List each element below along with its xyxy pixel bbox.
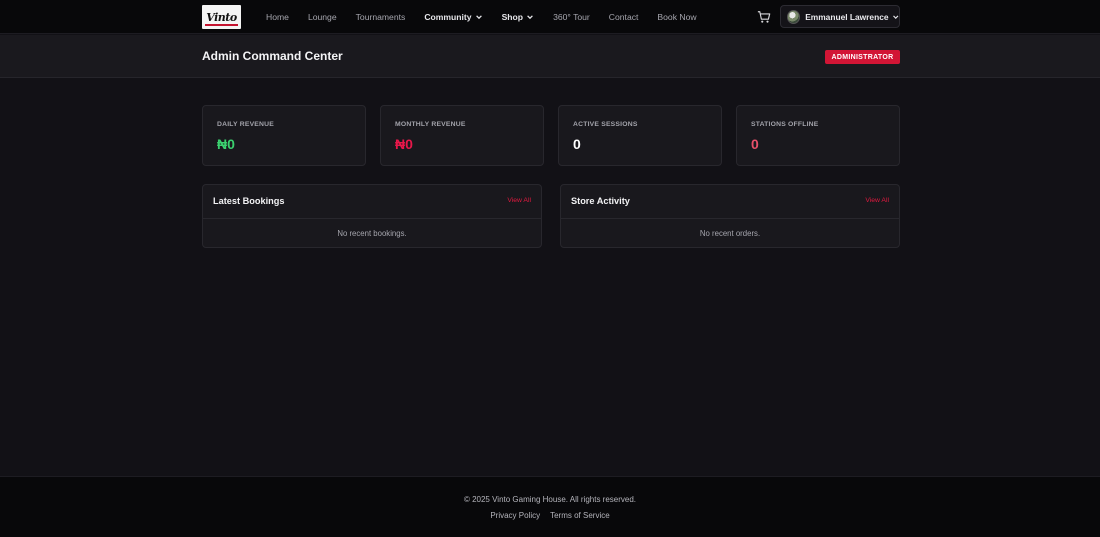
stat-label: DAILY REVENUE xyxy=(217,121,274,128)
panel-header: Store Activity View All xyxy=(561,185,899,219)
nav-dropdown-shop[interactable]: Shop xyxy=(502,12,534,22)
stat-value: 0 xyxy=(573,136,581,152)
nav-dropdown-community[interactable]: Community xyxy=(424,12,482,22)
page-header: Admin Command Center ADMINISTRATOR xyxy=(0,35,1100,78)
stat-label: STATIONS OFFLINE xyxy=(751,121,819,128)
view-all-bookings-link[interactable]: View All xyxy=(507,197,531,204)
empty-state-text: No recent bookings. xyxy=(337,229,407,238)
stat-card-monthly-revenue: MONTHLY REVENUE ₦0 xyxy=(380,105,544,166)
panel-header: Latest Bookings View All xyxy=(203,185,541,219)
avatar xyxy=(787,9,801,24)
user-name: Emmanuel Lawrence xyxy=(805,11,889,22)
nav-link-community-label: Community xyxy=(424,12,472,22)
stat-label: ACTIVE SESSIONS xyxy=(573,121,638,128)
logo-text: Vinto xyxy=(206,10,237,24)
nav-link-360-tour[interactable]: 360° Tour xyxy=(553,12,590,22)
logo-accent-strip xyxy=(205,24,238,26)
footer: © 2025 Vinto Gaming House. All rights re… xyxy=(0,476,1100,537)
privacy-policy-link[interactable]: Privacy Policy xyxy=(490,511,540,520)
page-title: Admin Command Center xyxy=(202,49,343,63)
empty-state-text: No recent orders. xyxy=(699,229,761,238)
stat-value: ₦0 xyxy=(217,136,235,152)
nav-link-home[interactable]: Home xyxy=(266,12,289,22)
stat-card-daily-revenue: DAILY REVENUE ₦0 xyxy=(202,105,366,166)
site-logo[interactable]: Vinto xyxy=(202,5,241,29)
stat-value: 0 xyxy=(751,136,759,152)
panel-title: Store Activity xyxy=(571,196,630,206)
copyright-text: © 2025 Vinto Gaming House. All rights re… xyxy=(463,495,637,504)
stat-card-stations-offline: STATIONS OFFLINE 0 xyxy=(736,105,900,166)
cart-icon[interactable] xyxy=(757,10,771,24)
chevron-down-icon xyxy=(475,15,482,20)
role-badge: ADMINISTRATOR xyxy=(825,50,900,64)
store-activity-panel: Store Activity View All No recent orders… xyxy=(560,184,900,248)
chevron-down-icon xyxy=(527,15,533,20)
nav-link-contact[interactable]: Contact xyxy=(609,12,639,22)
stat-label: MONTHLY REVENUE xyxy=(395,121,466,128)
latest-bookings-panel: Latest Bookings View All No recent booki… xyxy=(202,184,542,248)
nav-link-book-now[interactable]: Book Now xyxy=(657,12,696,22)
nav-link-shop-label: Shop xyxy=(501,12,524,22)
nav-link-tournaments[interactable]: Tournaments xyxy=(356,12,406,22)
footer-links: Privacy Policy Terms of Service xyxy=(0,511,1100,520)
panel-title: Latest Bookings xyxy=(213,196,285,206)
user-menu-button[interactable]: Emmanuel Lawrence xyxy=(780,5,900,28)
nav-links: Home Lounge Tournaments Community Shop 3… xyxy=(266,0,716,34)
top-navbar: Vinto Home Lounge Tournaments Community … xyxy=(0,0,1100,34)
nav-link-lounge[interactable]: Lounge xyxy=(308,12,337,22)
terms-of-service-link[interactable]: Terms of Service xyxy=(550,511,610,520)
chevron-down-icon xyxy=(892,14,898,19)
stat-card-active-sessions: ACTIVE SESSIONS 0 xyxy=(558,105,722,166)
view-all-orders-link[interactable]: View All xyxy=(865,197,889,204)
stat-value: ₦0 xyxy=(395,136,413,152)
